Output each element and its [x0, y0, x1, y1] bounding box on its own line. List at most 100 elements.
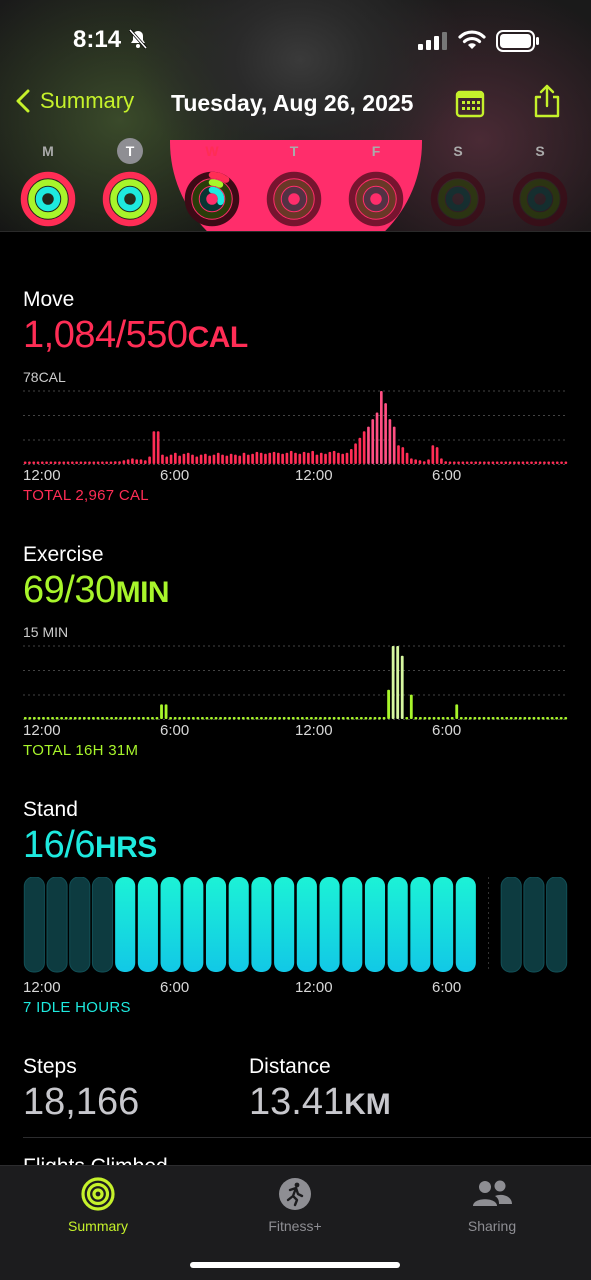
chart-bar	[161, 454, 164, 464]
chart-bar	[309, 717, 313, 720]
exercise-section[interactable]: Exercise 69/30MIN 15 MIN 12:00 6:00 12:00 6…	[23, 543, 568, 759]
stand-hour-bar	[296, 877, 317, 972]
chart-bar	[551, 461, 555, 464]
chart-bar	[182, 717, 186, 720]
week-day[interactable]: T	[100, 138, 160, 228]
chart-bar	[527, 717, 531, 720]
chart-bar	[464, 717, 468, 720]
chart-bar	[219, 717, 222, 720]
chart-bar	[314, 717, 318, 720]
axis-tick-label: 12:00	[295, 467, 333, 484]
battery-icon	[496, 30, 539, 52]
stand-hour-bar	[115, 877, 136, 972]
chart-bar	[341, 717, 345, 720]
chart-bar	[23, 461, 27, 464]
move-axis: 12:00 6:00 12:00 6:00	[23, 467, 568, 485]
chart-bar	[205, 717, 209, 720]
chart-bar	[152, 431, 156, 464]
chart-bar	[109, 461, 113, 464]
tab-fitness-plus[interactable]: Fitness+	[235, 1176, 355, 1234]
move-section[interactable]: Move 1,084/550CAL 78CAL 12:00 6:00 12:00 6:…	[23, 288, 568, 504]
chart-bar	[300, 717, 304, 720]
chart-bar	[278, 717, 282, 720]
week-day[interactable]: S	[510, 138, 570, 228]
chart-bar	[264, 717, 268, 720]
back-button[interactable]: Summary	[16, 88, 134, 114]
chart-bar	[422, 461, 426, 464]
chart-bar	[268, 452, 272, 464]
calendar-icon[interactable]	[455, 88, 485, 118]
activity-ring-icon	[20, 171, 76, 227]
chart-bar	[400, 655, 404, 719]
chart-bar	[182, 453, 186, 464]
chart-bar	[444, 461, 448, 464]
chart-bar	[560, 461, 563, 464]
chart-bar	[105, 717, 109, 720]
week-day[interactable]: M	[18, 138, 78, 228]
share-icon[interactable]	[532, 84, 562, 118]
chart-bar	[151, 717, 154, 720]
chart-bar	[373, 717, 377, 720]
axis-tick-label: 12:00	[295, 979, 333, 996]
chart-bar	[324, 453, 327, 464]
chart-bar	[428, 717, 431, 720]
chart-bar	[487, 717, 490, 720]
chart-bar	[78, 717, 82, 720]
activity-ring-icon	[512, 171, 568, 227]
week-day[interactable]: T	[264, 138, 324, 228]
chart-bar	[62, 461, 66, 464]
chart-bar	[255, 451, 259, 464]
exercise-value: 69/30MIN	[23, 569, 568, 612]
stand-section[interactable]: Stand 16/6HRS 12:00 6:00 12:00 6:00 7 IDLE …	[23, 798, 568, 1016]
chart-bar	[346, 717, 350, 720]
chart-bar	[432, 717, 436, 720]
cellular-signal-icon	[418, 32, 447, 50]
chart-bar	[229, 453, 233, 464]
home-indicator[interactable]	[190, 1262, 400, 1268]
chart-bar	[388, 419, 392, 464]
week-strip: MTWTFSS	[0, 138, 591, 228]
axis-tick-label: 6:00	[432, 979, 462, 996]
chart-bar	[281, 453, 284, 464]
tab-sharing[interactable]: Sharing	[432, 1176, 552, 1234]
chart-bar	[534, 461, 538, 464]
week-day[interactable]: W	[182, 138, 242, 228]
chart-bar	[474, 461, 478, 464]
chart-bar	[478, 717, 481, 720]
chart-bar	[450, 717, 454, 720]
chart-bar	[555, 717, 559, 720]
page-title: Tuesday, Aug 26, 2025	[171, 90, 414, 116]
chart-bar	[418, 717, 422, 720]
axis-tick-label: 6:00	[432, 467, 462, 484]
steps-stat: Steps 18,166	[23, 1055, 139, 1124]
stats-row: Steps 18,166 Distance 13.41KM	[23, 1055, 568, 1123]
chart-bar	[196, 717, 200, 720]
chart-bar	[532, 717, 536, 720]
chart-bar	[397, 445, 400, 464]
nav-bar: Summary Tuesday, Aug 26, 2025	[0, 84, 591, 124]
stand-hour-bar	[47, 877, 68, 972]
week-day[interactable]: S	[428, 138, 488, 228]
tab-summary[interactable]: Summary	[38, 1176, 158, 1234]
chart-bar	[169, 717, 173, 720]
chart-bar	[36, 461, 40, 464]
chart-bar	[362, 431, 366, 464]
chart-bar	[273, 717, 277, 720]
stand-chart	[23, 877, 568, 975]
axis-tick-label: 6:00	[160, 722, 190, 739]
stand-hour-bar	[92, 877, 113, 972]
stand-hour-bar	[24, 877, 45, 972]
chart-bar	[564, 717, 568, 720]
tab-summary-label: Summary	[68, 1218, 128, 1234]
chart-bar	[113, 461, 117, 464]
chart-bar	[255, 717, 259, 720]
chart-bar	[114, 717, 118, 720]
chart-bar	[75, 461, 78, 464]
chart-bar	[251, 453, 254, 464]
chart-bar	[234, 454, 237, 464]
activity-ring-icon	[430, 171, 486, 227]
week-day[interactable]: F	[346, 138, 406, 228]
chart-bar	[143, 460, 147, 464]
chart-bar	[379, 391, 383, 464]
chart-bar	[543, 461, 546, 464]
